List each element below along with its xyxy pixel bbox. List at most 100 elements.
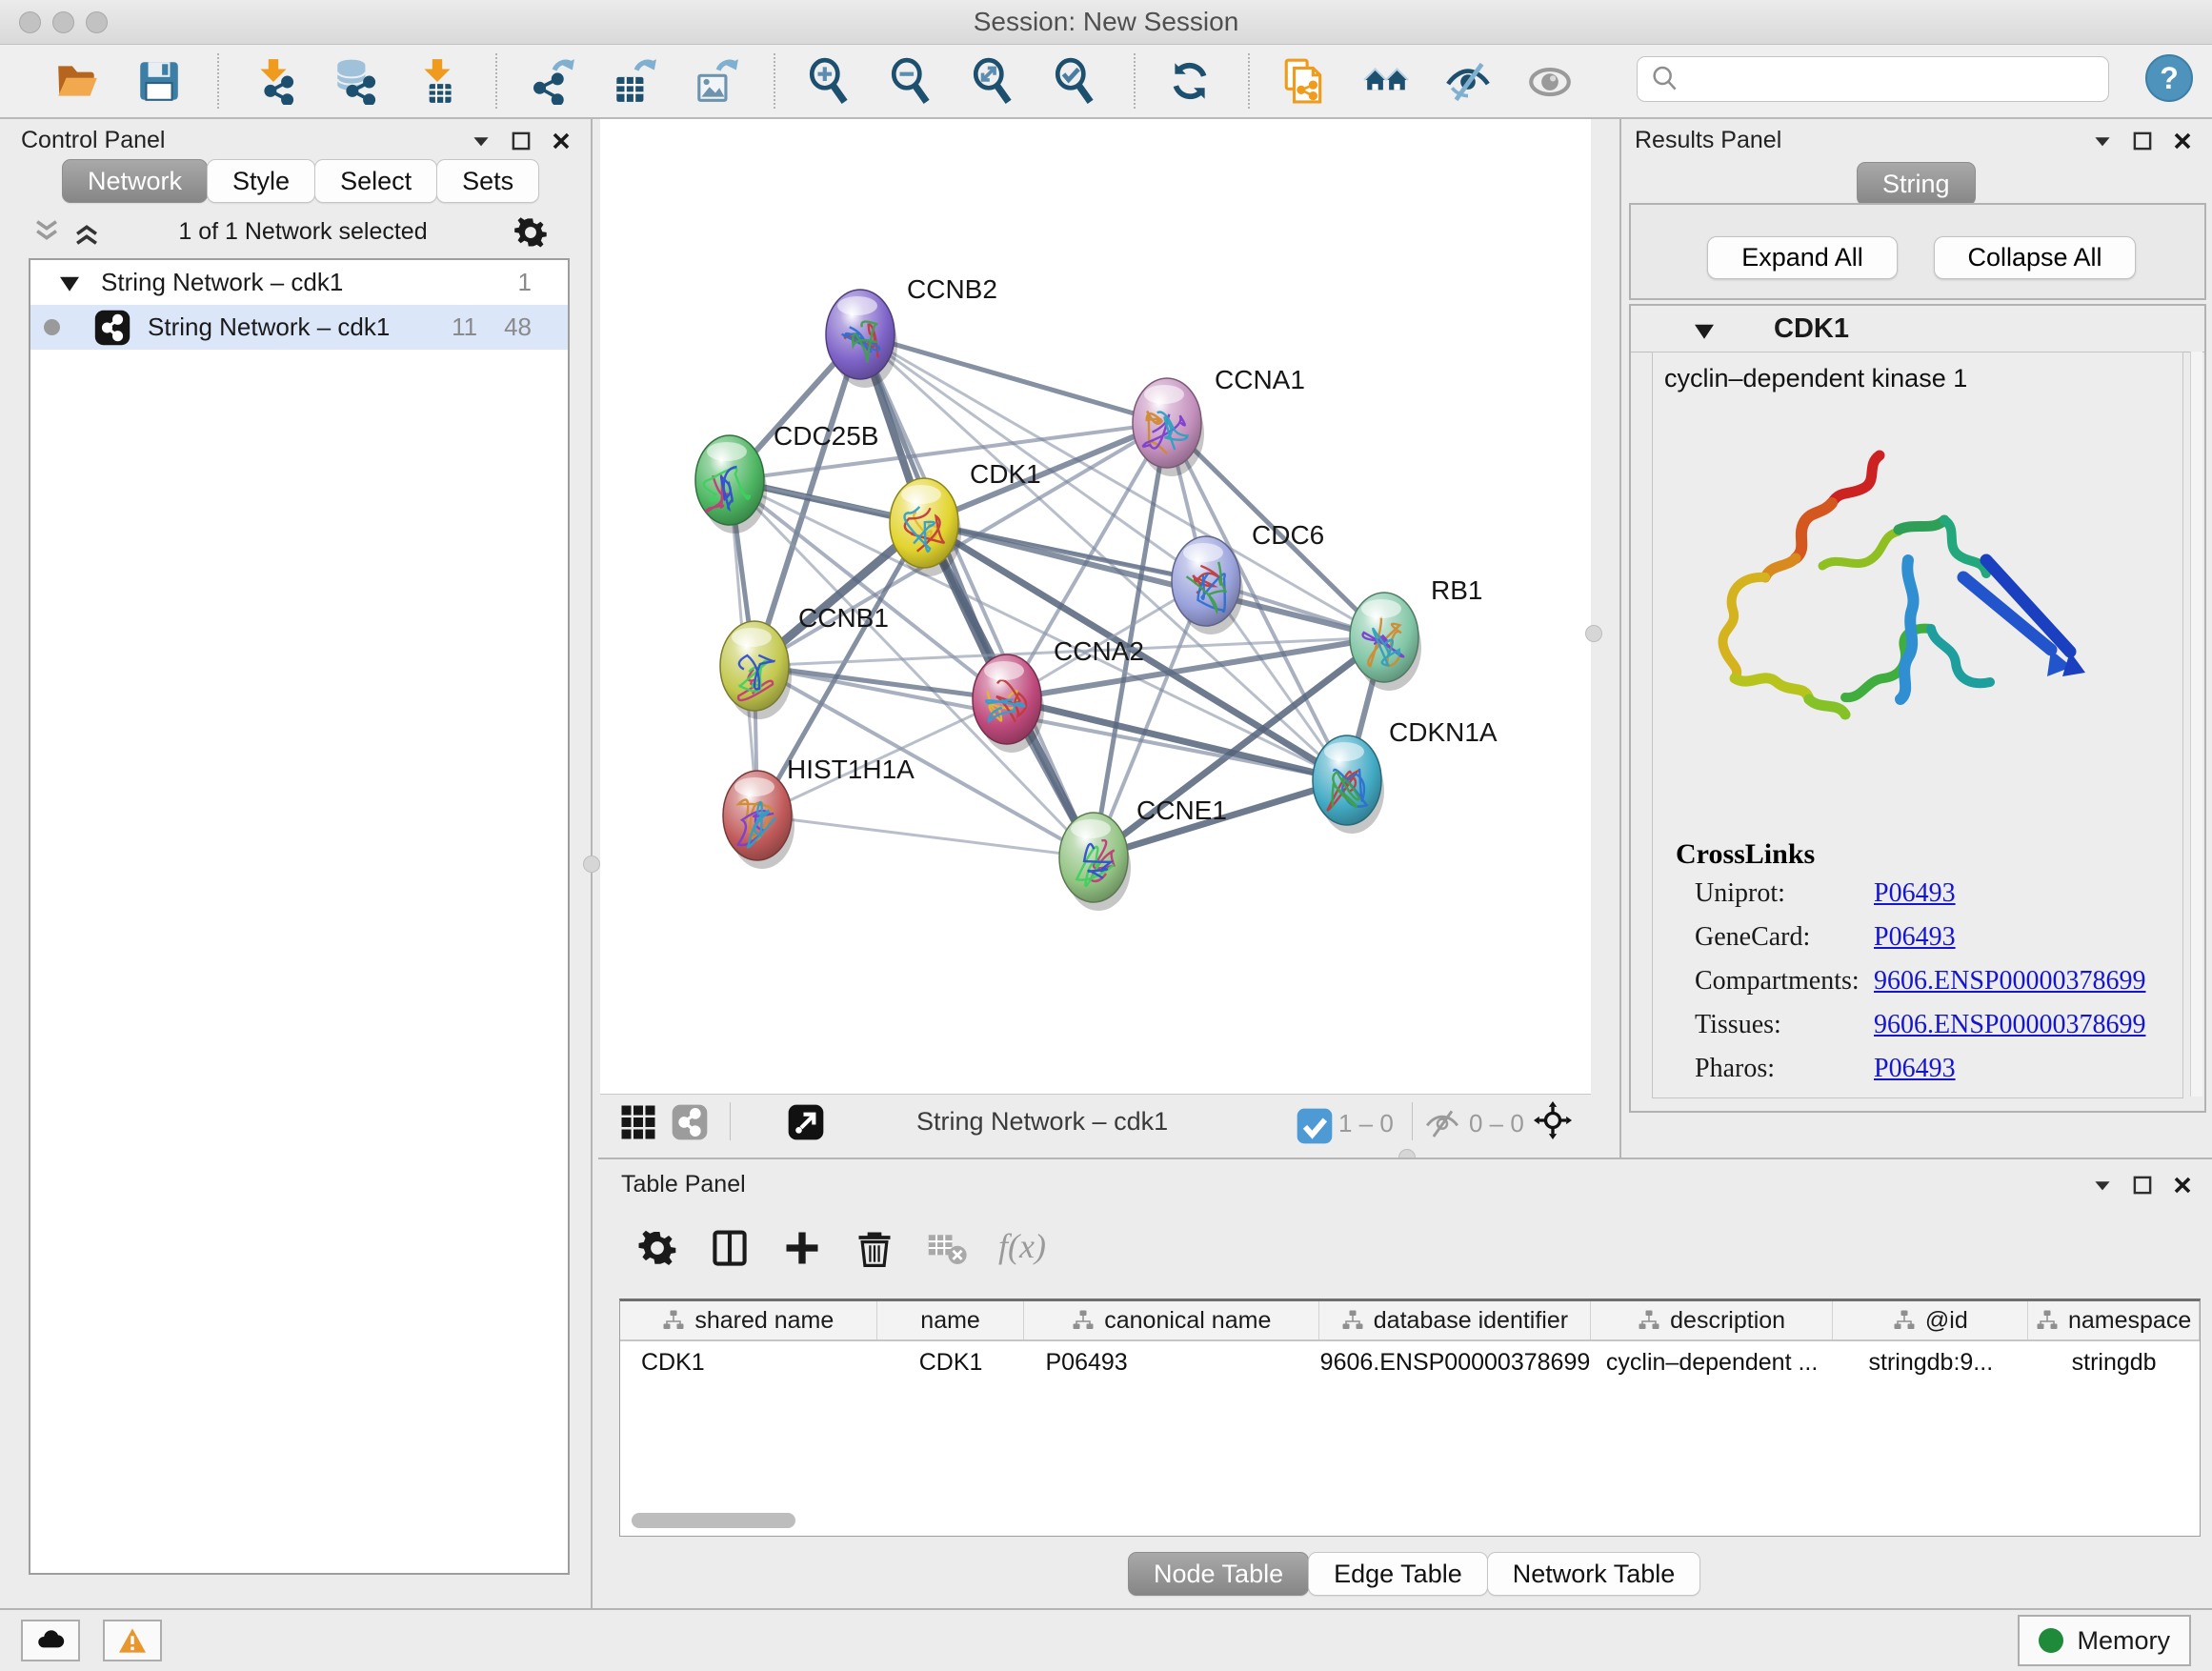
tab-network-table[interactable]: Network Table xyxy=(1487,1552,1701,1596)
open-external-icon[interactable] xyxy=(787,1103,825,1141)
edge-CCNA2-CDKN1A[interactable] xyxy=(1007,699,1347,780)
column-header-name[interactable]: name xyxy=(877,1301,1025,1339)
network-row[interactable]: String Network – cdk1 11 48 xyxy=(30,305,568,350)
cell-namespace[interactable]: stringdb xyxy=(2028,1341,2200,1383)
table-panel-close-button[interactable] xyxy=(2170,1173,2195,1198)
node-label-CDC25B: CDC25B xyxy=(774,421,878,451)
delete-column-button[interactable] xyxy=(854,1225,899,1271)
search-box xyxy=(1637,56,2109,102)
share-view-icon[interactable] xyxy=(671,1103,709,1141)
selected-checkbox-icon[interactable] xyxy=(1296,1107,1326,1137)
zoom-fit-button[interactable] xyxy=(970,55,1021,107)
import-network-button[interactable] xyxy=(250,55,301,107)
table-options-button[interactable] xyxy=(636,1225,682,1271)
table-row[interactable]: CDK1CDK1P064939606.ENSP00000378699cyclin… xyxy=(620,1341,2200,1383)
tab-select[interactable]: Select xyxy=(314,159,437,203)
right-splitter-handle[interactable] xyxy=(1585,625,1602,642)
zoom-in-button[interactable] xyxy=(806,55,857,107)
show-columns-button[interactable] xyxy=(709,1225,754,1271)
cell-database-identifier[interactable]: 9606.ENSP00000378699 xyxy=(1319,1341,1591,1383)
column-type-icon xyxy=(662,1309,685,1332)
split-columns-icon xyxy=(709,1227,751,1269)
control-panel-close-button[interactable] xyxy=(549,129,573,153)
apply-function-button[interactable]: f(x) xyxy=(998,1225,1046,1271)
left-splitter-handle[interactable] xyxy=(583,856,600,873)
first-neighbors-button[interactable] xyxy=(1362,55,1414,107)
refresh-button[interactable] xyxy=(1166,55,1217,107)
results-panel-close-button[interactable] xyxy=(2170,129,2195,153)
zoom-out-button[interactable] xyxy=(888,55,939,107)
help-button[interactable]: ? xyxy=(2145,54,2193,102)
control-panel-float-button[interactable] xyxy=(509,129,533,153)
collapse-all-button[interactable]: Collapse All xyxy=(1934,236,2136,279)
results-panel-collapse-button[interactable] xyxy=(2090,129,2115,153)
results-panel-float-button[interactable] xyxy=(2130,129,2155,153)
network-canvas[interactable]: CCNB2CCNA1CDC25BCDK1CDC6RB1CCNB1CCNA2CDK… xyxy=(600,119,1591,1094)
column-header-canonical-name[interactable]: canonical name xyxy=(1024,1301,1319,1339)
column-header--id[interactable]: @id xyxy=(1833,1301,2028,1339)
network-options-gear-icon[interactable] xyxy=(513,214,549,251)
tab-network[interactable]: Network xyxy=(62,159,208,203)
import-table-button[interactable] xyxy=(413,55,465,107)
node-table: shared namenamecanonical namedatabase id… xyxy=(619,1299,2201,1537)
results-scrollbar[interactable] xyxy=(2190,352,2202,1097)
tab-string[interactable]: String xyxy=(1857,162,1976,206)
expand-all-chevron-icon[interactable] xyxy=(70,216,103,249)
protein-section-header[interactable]: CDK1 xyxy=(1631,306,2204,352)
show-all-button[interactable] xyxy=(1526,55,1578,107)
crosslink-link-tissues-[interactable]: 9606.ENSP00000378699 xyxy=(1874,1010,2145,1054)
disclosure-triangle-icon[interactable] xyxy=(55,269,84,297)
delete-table-button[interactable] xyxy=(926,1225,972,1271)
column-header-database-identifier[interactable]: database identifier xyxy=(1319,1301,1591,1339)
control-panel-collapse-button[interactable] xyxy=(469,129,493,153)
tab-sets[interactable]: Sets xyxy=(436,159,539,203)
hidden-eye-icon xyxy=(1423,1103,1461,1141)
node-label-CDC6: CDC6 xyxy=(1252,520,1324,550)
edge-CCNE1-HIST1H1A[interactable] xyxy=(757,815,1094,857)
export-network-button[interactable] xyxy=(528,55,579,107)
cell-shared-name[interactable]: CDK1 xyxy=(620,1341,877,1383)
warning-button[interactable] xyxy=(103,1620,162,1661)
crosslink-link-uniprot-[interactable]: P06493 xyxy=(1874,878,1956,922)
crosslink-link-compartments-[interactable]: 9606.ENSP00000378699 xyxy=(1874,966,2145,1010)
edge-CCNB2-CCNA1[interactable] xyxy=(860,334,1167,423)
tab-node-table[interactable]: Node Table xyxy=(1128,1552,1309,1596)
zoom-selected-button[interactable] xyxy=(1052,55,1103,107)
column-header-namespace[interactable]: namespace xyxy=(2028,1301,2200,1339)
crosslink-label-compartments-: Compartments: xyxy=(1695,966,1874,1010)
export-table-button[interactable] xyxy=(610,55,661,107)
cell-canonical-name[interactable]: P06493 xyxy=(1025,1341,1320,1383)
memory-button[interactable]: Memory xyxy=(2018,1615,2191,1666)
table-panel-float-button[interactable] xyxy=(2130,1173,2155,1198)
column-header-description[interactable]: description xyxy=(1591,1301,1834,1339)
import-database-button[interactable] xyxy=(332,55,383,107)
birdseye-crosshair-icon[interactable] xyxy=(1534,1101,1576,1143)
network-collection-row[interactable]: String Network – cdk1 1 xyxy=(30,260,568,305)
export-image-button[interactable] xyxy=(692,55,743,107)
save-session-button[interactable] xyxy=(135,55,187,107)
column-header-shared-name[interactable]: shared name xyxy=(620,1301,877,1339)
clone-network-button[interactable] xyxy=(1280,55,1332,107)
table-horizontal-scrollbar[interactable] xyxy=(632,1513,795,1528)
toolbar-separator xyxy=(774,53,775,109)
search-input[interactable] xyxy=(1681,60,2108,98)
collapse-all-chevron-icon[interactable] xyxy=(30,216,63,249)
create-column-button[interactable] xyxy=(781,1225,827,1271)
tab-style[interactable]: Style xyxy=(207,159,315,203)
column-type-icon xyxy=(2036,1309,2059,1332)
grid-view-icon[interactable] xyxy=(619,1103,657,1141)
cell-description[interactable]: cyclin–dependent ... xyxy=(1591,1341,1834,1383)
cloud-button[interactable] xyxy=(21,1620,80,1661)
expand-all-button[interactable]: Expand All xyxy=(1707,236,1898,279)
table-panel: Table Panel f(x) shared namenamecanonica… xyxy=(598,1158,2212,1608)
cell-name[interactable]: CDK1 xyxy=(877,1341,1025,1383)
cell--id[interactable]: stringdb:9... xyxy=(1833,1341,2028,1383)
hide-selected-button[interactable] xyxy=(1444,55,1496,107)
open-session-button[interactable] xyxy=(53,55,105,107)
gear-icon[interactable] xyxy=(513,214,549,251)
crosslink-link-pharos-[interactable]: P06493 xyxy=(1874,1054,1956,1097)
table-panel-collapse-button[interactable] xyxy=(2090,1173,2115,1198)
crosslink-link-genecard-[interactable]: P06493 xyxy=(1874,922,1956,966)
section-disclosure-triangle-icon[interactable] xyxy=(1690,316,1719,345)
tab-edge-table[interactable]: Edge Table xyxy=(1308,1552,1488,1596)
